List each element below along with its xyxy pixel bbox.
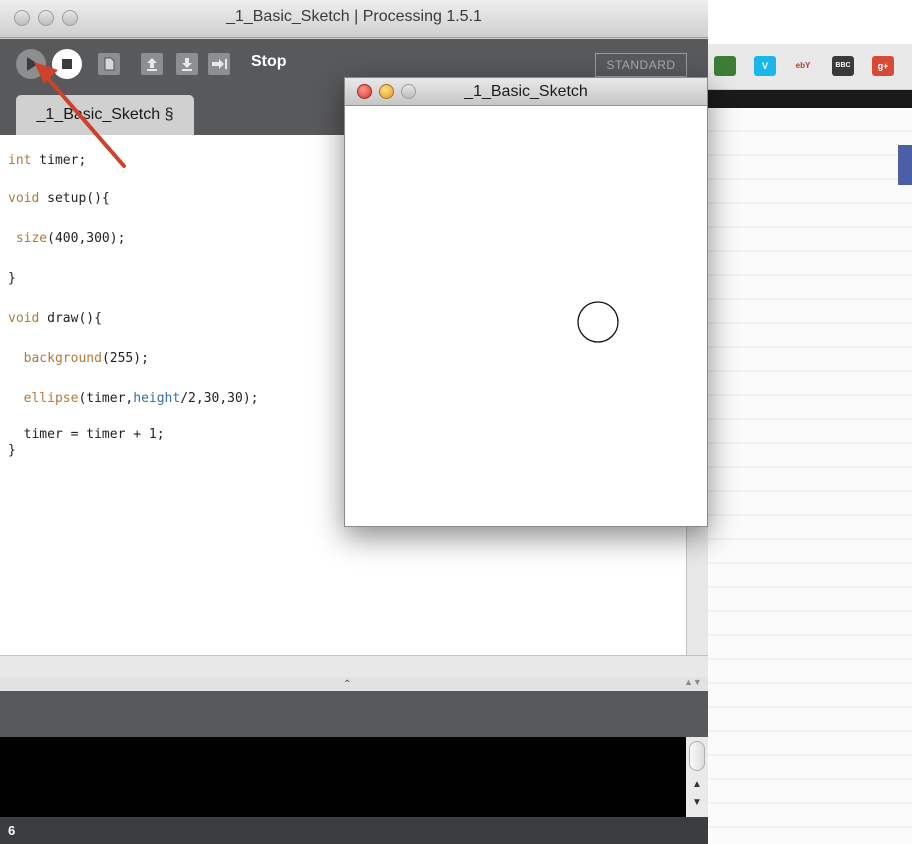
code-line: timer = timer + 1; (8, 427, 165, 442)
open-arrow-up-icon (147, 58, 157, 71)
toolbar-status-label: Stop (251, 53, 287, 70)
message-area (0, 691, 708, 737)
code-token: } (8, 443, 16, 458)
code-token: (255); (101, 351, 149, 366)
code-line: } (8, 443, 16, 458)
scroll-down-icon[interactable]: ▼ (692, 797, 702, 808)
google-plus-icon[interactable]: g+ (872, 56, 894, 76)
stop-button[interactable] (52, 49, 82, 79)
vimeo-icon[interactable]: V (754, 56, 776, 76)
console-scroll-thumb[interactable] (689, 741, 705, 771)
window-title: _1_Basic_Sketch | Processing 1.5.1 (226, 8, 482, 25)
ebay-icon[interactable]: ebY (792, 56, 814, 76)
code-line: ellipse(timer,height/2,30,30); (8, 391, 259, 406)
console-output (0, 737, 686, 817)
scroll-up-icon[interactable]: ▲ (692, 779, 702, 790)
status-bar: 6 (0, 817, 708, 844)
sketch-output-window: _1_Basic_Sketch (344, 77, 708, 527)
browser-accent (898, 145, 912, 185)
sketch-titlebar: _1_Basic_Sketch (345, 78, 707, 106)
deviantart-icon[interactable] (714, 56, 736, 76)
code-token: void (8, 191, 40, 206)
code-line: void setup(){ (8, 191, 110, 206)
code-token: int (8, 153, 32, 168)
code-token: background (23, 351, 102, 366)
code-token: draw(){ (39, 311, 102, 326)
play-icon (27, 57, 38, 71)
tab-sketch[interactable]: _1_Basic_Sketch § (16, 95, 194, 135)
export-arrow-icon (212, 59, 227, 69)
code-line: void draw(){ (8, 311, 102, 326)
code-token: ellipse (23, 391, 79, 406)
run-button[interactable] (16, 49, 46, 79)
save-button[interactable] (176, 53, 198, 75)
code-line: int timer; (8, 153, 86, 168)
collapse-arrows-icon[interactable]: ▲▼ (684, 677, 702, 687)
code-line: size(400,300); (8, 231, 126, 246)
bookmarks-bar: V ebY BBC g+ (700, 44, 912, 90)
sketch-canvas (345, 107, 707, 527)
divider-grip-icon: ⌃ (343, 679, 352, 690)
new-sketch-button[interactable] (98, 53, 120, 75)
code-line: background(255); (8, 351, 149, 366)
screen: V ebY BBC g+ _1_Basic_Sketch | Processin… (0, 0, 912, 844)
stop-icon (62, 59, 72, 69)
console-divider[interactable]: ⌃ (0, 677, 708, 691)
code-token: timer = timer + 1; (23, 427, 165, 442)
code-token: timer; (31, 153, 87, 168)
code-token: void (8, 311, 40, 326)
browser-nav-bar (700, 90, 912, 108)
code-token: /2,30,30); (180, 391, 259, 406)
editor-horizontal-scrollbar[interactable] (0, 655, 708, 677)
new-file-icon (104, 57, 115, 71)
code-token: height (133, 391, 181, 406)
code-token: } (8, 271, 16, 286)
sketch-window-title: _1_Basic_Sketch (464, 83, 588, 100)
titlebar: _1_Basic_Sketch | Processing 1.5.1 (0, 0, 708, 38)
export-button[interactable] (208, 53, 230, 75)
line-number: 6 (8, 823, 16, 838)
code-line: } (8, 271, 16, 286)
browser-content (708, 108, 912, 844)
code-token: size (15, 231, 48, 246)
code-token: (timer, (78, 391, 134, 406)
save-arrow-down-icon (182, 58, 192, 71)
bbc-icon[interactable]: BBC (832, 56, 854, 76)
open-button[interactable] (141, 53, 163, 75)
console-scrollbar[interactable]: ▲ ▼ (686, 737, 708, 817)
mode-selector-button[interactable]: STANDARD (595, 53, 687, 77)
code-token: setup(){ (39, 191, 110, 206)
code-token: (400,300); (47, 231, 126, 246)
ellipse-shape (577, 301, 619, 343)
